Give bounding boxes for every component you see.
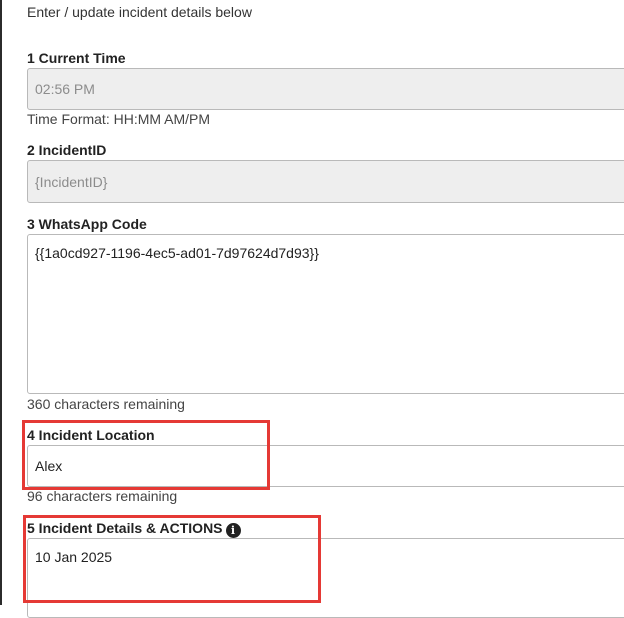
incident-location-input[interactable] bbox=[27, 445, 624, 487]
whatsapp-code-label: 3 WhatsApp Code bbox=[27, 216, 147, 232]
form-intro: Enter / update incident details below bbox=[27, 4, 252, 20]
incident-id-label: 2 IncidentID bbox=[27, 142, 107, 158]
time-format-hint: Time Format: HH:MM AM/PM bbox=[27, 111, 211, 127]
whatsapp-code-textarea[interactable]: {{1a0cd927-1196-4ec5-ad01-7d97624d7d93}} bbox=[27, 234, 624, 394]
incident-details-label-text: 5 Incident Details & ACTIONS bbox=[27, 520, 223, 536]
incident-id-input[interactable] bbox=[27, 160, 624, 203]
location-chars-remaining: 96 characters remaining bbox=[27, 488, 178, 504]
incident-details-textarea[interactable]: 10 Jan 2025 bbox=[27, 538, 624, 618]
left-border bbox=[0, 0, 2, 605]
current-time-input[interactable] bbox=[27, 68, 624, 110]
whatsapp-chars-remaining: 360 characters remaining bbox=[27, 396, 185, 412]
incident-location-label: 4 Incident Location bbox=[27, 427, 155, 443]
info-circle-icon[interactable]: i bbox=[225, 523, 241, 538]
current-time-label: 1 Current Time bbox=[27, 50, 126, 66]
incident-details-label: 5 Incident Details & ACTIONS i bbox=[27, 520, 241, 538]
